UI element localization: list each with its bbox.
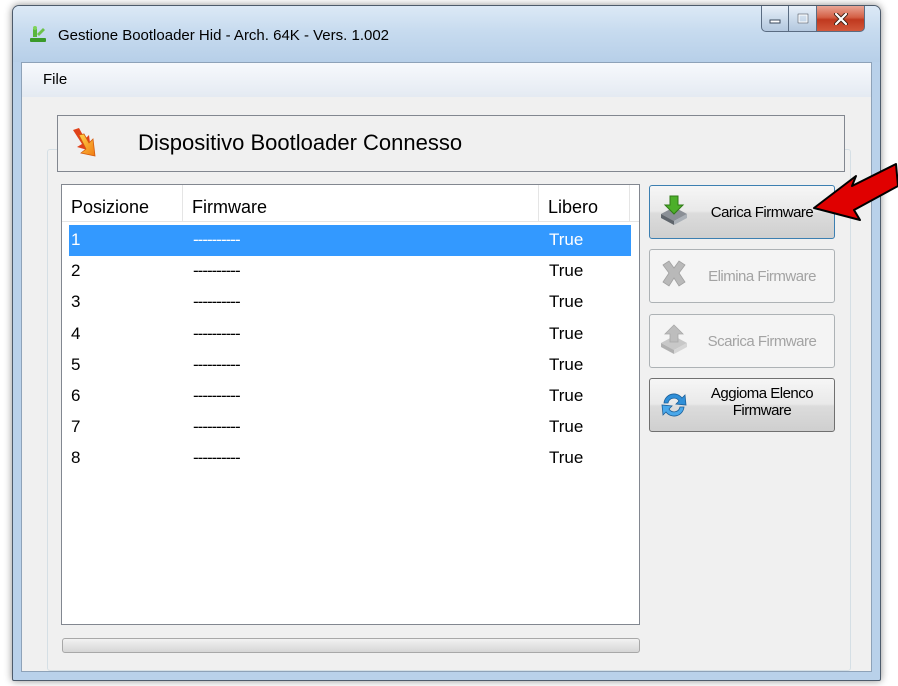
list-item-libero: True bbox=[549, 292, 584, 312]
horizontal-scrollbar[interactable] bbox=[62, 638, 640, 653]
window-title: Gestione Bootloader Hid - Arch. 64K - Ve… bbox=[58, 27, 390, 44]
scarica-firmware-button[interactable]: Scarica Firmware bbox=[649, 314, 835, 368]
list-item-position: 8 bbox=[71, 448, 81, 468]
status-text: Dispositivo Bootloader Connesso bbox=[138, 130, 463, 155]
list-item-firmware: ---------- bbox=[193, 323, 241, 343]
aggiorna-label-line1: Aggioma Elenco bbox=[710, 385, 814, 402]
bootloader-arrow-icon bbox=[73, 128, 96, 157]
carica-firmware-label: Carica Firmware bbox=[710, 204, 814, 221]
list-item-firmware: ---------- bbox=[193, 386, 241, 405]
firmware-list[interactable]: Posizione Firmware Libero 1 ---------- Tru… bbox=[61, 184, 640, 625]
column-header-firmware[interactable]: Firmware bbox=[183, 185, 538, 221]
list-item-firmware: ---------- bbox=[193, 354, 241, 374]
list-item-position: 6 bbox=[71, 386, 81, 405]
list-item-position: 4 bbox=[71, 323, 81, 343]
upload-icon bbox=[661, 324, 687, 354]
client-area: File Dispositivo Bootloader Connesso Pos… bbox=[21, 62, 872, 672]
refresh-icon bbox=[661, 393, 687, 417]
title-bar[interactable]: Gestione Bootloader Hid - Arch. 64K - Ve… bbox=[13, 6, 880, 62]
list-item[interactable]: 5 ---------- True bbox=[69, 350, 631, 381]
list-item-firmware: ---------- bbox=[193, 292, 241, 312]
caption-buttons bbox=[761, 6, 865, 34]
list-item[interactable]: 2 ---------- True bbox=[69, 256, 631, 287]
menu-bar: File bbox=[22, 63, 871, 97]
maximize-button[interactable] bbox=[789, 6, 817, 32]
list-item[interactable]: 1 ---------- True bbox=[69, 225, 631, 256]
list-item[interactable]: 7 ---------- True bbox=[69, 412, 631, 443]
list-item-libero: True bbox=[549, 323, 584, 343]
list-item-libero: True bbox=[549, 417, 584, 437]
list-item-firmware: ---------- bbox=[193, 448, 241, 468]
list-item-libero: True bbox=[549, 354, 584, 374]
list-item-libero: True bbox=[549, 261, 584, 281]
list-item[interactable]: 6 ---------- True bbox=[69, 381, 631, 412]
elimina-firmware-label: Elimina Firmware bbox=[708, 268, 816, 285]
minimize-button[interactable] bbox=[761, 6, 789, 32]
list-item-firmware: ---------- bbox=[193, 230, 241, 249]
list-item[interactable]: 3 ---------- True bbox=[69, 287, 631, 318]
list-item-libero: True bbox=[549, 230, 584, 249]
list-item-position: 7 bbox=[71, 417, 81, 437]
column-separator[interactable] bbox=[629, 185, 630, 221]
column-header-libero[interactable]: Libero bbox=[539, 185, 629, 221]
list-header: Posizione Firmware Libero bbox=[62, 185, 639, 222]
aggiorna-label-line2: Firmware bbox=[732, 402, 792, 419]
list-item-libero: True bbox=[549, 386, 584, 405]
list-item-position: 1 bbox=[71, 230, 81, 249]
status-panel: Dispositivo Bootloader Connesso bbox=[57, 115, 845, 172]
list-item-firmware: ---------- bbox=[193, 261, 241, 281]
elimina-firmware-button[interactable]: Elimina Firmware bbox=[649, 249, 835, 303]
minimize-icon bbox=[769, 19, 781, 23]
close-icon bbox=[833, 12, 848, 25]
download-icon bbox=[661, 195, 687, 225]
menu-file[interactable]: File bbox=[39, 71, 71, 88]
list-item-position: 5 bbox=[71, 354, 81, 374]
list-item-firmware: ---------- bbox=[193, 417, 241, 437]
list-item[interactable]: 8 ---------- True bbox=[69, 443, 631, 474]
close-button[interactable] bbox=[817, 6, 865, 32]
list-item-libero: True bbox=[549, 448, 584, 468]
list-item[interactable]: 4 ---------- True bbox=[69, 319, 631, 350]
list-item-position: 2 bbox=[71, 261, 81, 281]
aggiorna-elenco-firmware-label: Aggioma Elenco Firmware bbox=[696, 385, 828, 419]
app-window: Gestione Bootloader Hid - Arch. 64K - Ve… bbox=[12, 5, 881, 681]
delete-x-icon bbox=[662, 260, 686, 287]
maximize-icon bbox=[797, 13, 808, 24]
aggiorna-elenco-firmware-button[interactable]: Aggioma Elenco Firmware bbox=[649, 378, 835, 432]
app-icon bbox=[30, 26, 46, 42]
list-item-position: 3 bbox=[71, 292, 81, 312]
scarica-firmware-label: Scarica Firmware bbox=[707, 333, 817, 350]
red-arrow-annotation-icon bbox=[813, 163, 898, 221]
column-header-posizione[interactable]: Posizione bbox=[62, 185, 182, 221]
carica-firmware-button[interactable]: Carica Firmware bbox=[649, 185, 835, 239]
